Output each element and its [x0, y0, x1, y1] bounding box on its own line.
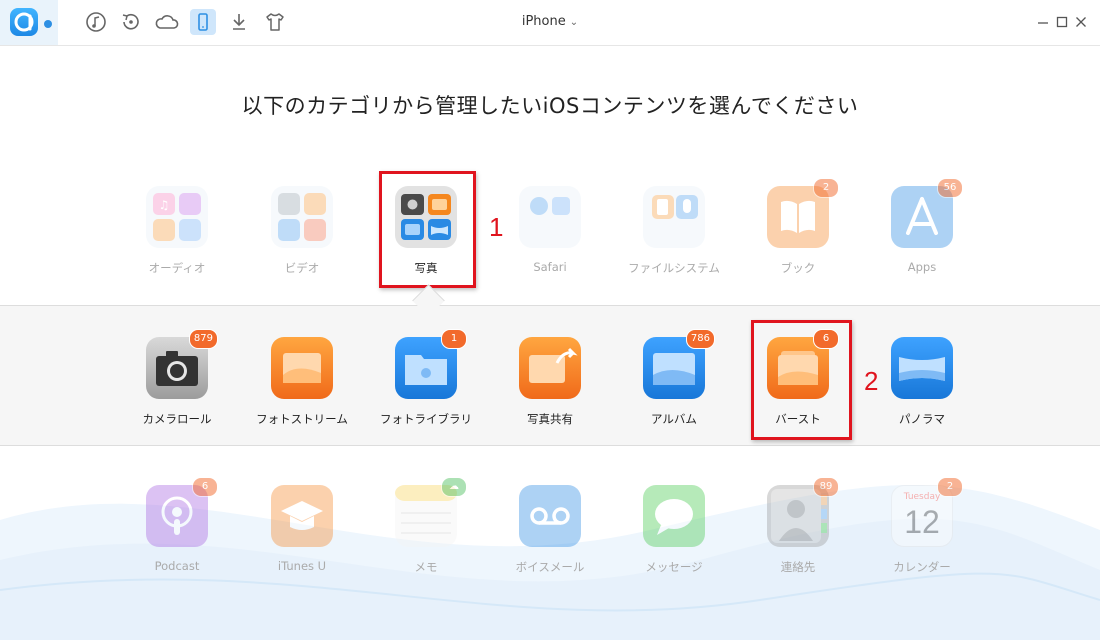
category-label: ブック: [780, 261, 816, 275]
calendar-date: 12: [904, 504, 940, 540]
subcategory-photostream[interactable]: フォトストリーム: [247, 337, 357, 427]
subcategory-camera-roll[interactable]: 879 カメラロール: [122, 329, 232, 427]
messages-icon: [643, 485, 705, 547]
maximize-icon[interactable]: [1054, 14, 1070, 30]
count-badge: 2: [813, 178, 839, 198]
count-badge: 56: [937, 178, 963, 198]
category-audio[interactable]: ♫ オーディオ: [122, 186, 232, 276]
category-contacts[interactable]: 89 連絡先: [743, 477, 853, 575]
category-label: メッセージ: [645, 560, 703, 574]
photostream-icon: [271, 337, 333, 399]
selection-highlight: [379, 171, 476, 288]
subcategory-label: フォトライブラリ: [380, 412, 472, 426]
minimize-icon[interactable]: [1035, 14, 1051, 30]
count-badge: 786: [685, 329, 715, 349]
device-name[interactable]: iPhone: [522, 14, 566, 29]
category-label: ファイルシステム: [628, 261, 720, 275]
subcategory-panorama[interactable]: パノラマ: [867, 337, 977, 427]
category-notes[interactable]: ☁ メモ: [371, 477, 481, 575]
category-podcast[interactable]: 6 Podcast: [122, 477, 232, 573]
selection-highlight: [751, 320, 852, 440]
count-badge: 879: [188, 329, 218, 349]
category-calendar[interactable]: Tuesday 12 2 カレンダー: [867, 477, 977, 575]
category-safari[interactable]: Safari: [495, 186, 605, 274]
photo-share-icon: [519, 337, 581, 399]
category-filesystem[interactable]: ファイルシステム: [619, 186, 729, 276]
category-video[interactable]: ビデオ: [247, 186, 357, 276]
category-label: メモ: [414, 560, 438, 574]
category-voicemail[interactable]: ボイスメール: [495, 485, 605, 575]
count-badge: 2: [937, 477, 963, 497]
step-number: 1: [489, 212, 504, 242]
count-badge: 6: [192, 477, 218, 497]
cloud-badge: ☁: [441, 477, 467, 497]
category-messages[interactable]: メッセージ: [619, 485, 729, 575]
category-label: オーディオ: [148, 261, 206, 275]
category-label: 連絡先: [780, 560, 816, 574]
panorama-icon: [891, 337, 953, 399]
category-label: カレンダー: [893, 560, 951, 574]
voicemail-icon: [519, 485, 581, 547]
category-label: Podcast: [154, 559, 200, 573]
step-number: 2: [864, 366, 879, 396]
device-selector[interactable]: iPhone ⌄: [0, 14, 1100, 29]
itunes-u-icon: [271, 485, 333, 547]
category-label: Apps: [907, 260, 937, 274]
category-apps[interactable]: 56 Apps: [867, 178, 977, 274]
category-label: ボイスメール: [515, 560, 585, 574]
close-icon[interactable]: [1073, 14, 1089, 30]
page-heading: 以下のカテゴリから管理したいiOSコンテンツを選んでください: [241, 94, 859, 118]
subcategory-label: フォトストリーム: [256, 412, 348, 426]
subcategory-photo-share[interactable]: 写真共有: [495, 337, 605, 427]
audio-icon: ♫: [146, 186, 208, 248]
subcategory-label: パノラマ: [899, 412, 945, 426]
subcategory-album[interactable]: 786 アルバム: [619, 329, 729, 427]
filesystem-icon: [643, 186, 705, 248]
video-icon: [271, 186, 333, 248]
subcategory-label: アルバム: [651, 412, 697, 426]
title-bar: iPhone ⌄: [0, 0, 1100, 46]
chevron-down-icon[interactable]: ⌄: [570, 17, 578, 28]
category-label: Safari: [533, 260, 567, 274]
category-label: iTunes U: [277, 559, 327, 573]
count-badge: 1: [441, 329, 467, 349]
subcategory-label: カメラロール: [142, 412, 212, 426]
category-label: ビデオ: [284, 261, 320, 275]
category-itunes-u[interactable]: iTunes U: [247, 485, 357, 573]
category-books[interactable]: 2 ブック: [743, 178, 853, 276]
svg-text:♫: ♫: [159, 198, 170, 212]
subcategory-label: 写真共有: [527, 412, 573, 426]
count-badge: 89: [813, 477, 839, 497]
subcategory-photo-library[interactable]: 1 フォトライブラリ: [371, 329, 481, 427]
safari-icon: [519, 186, 581, 248]
